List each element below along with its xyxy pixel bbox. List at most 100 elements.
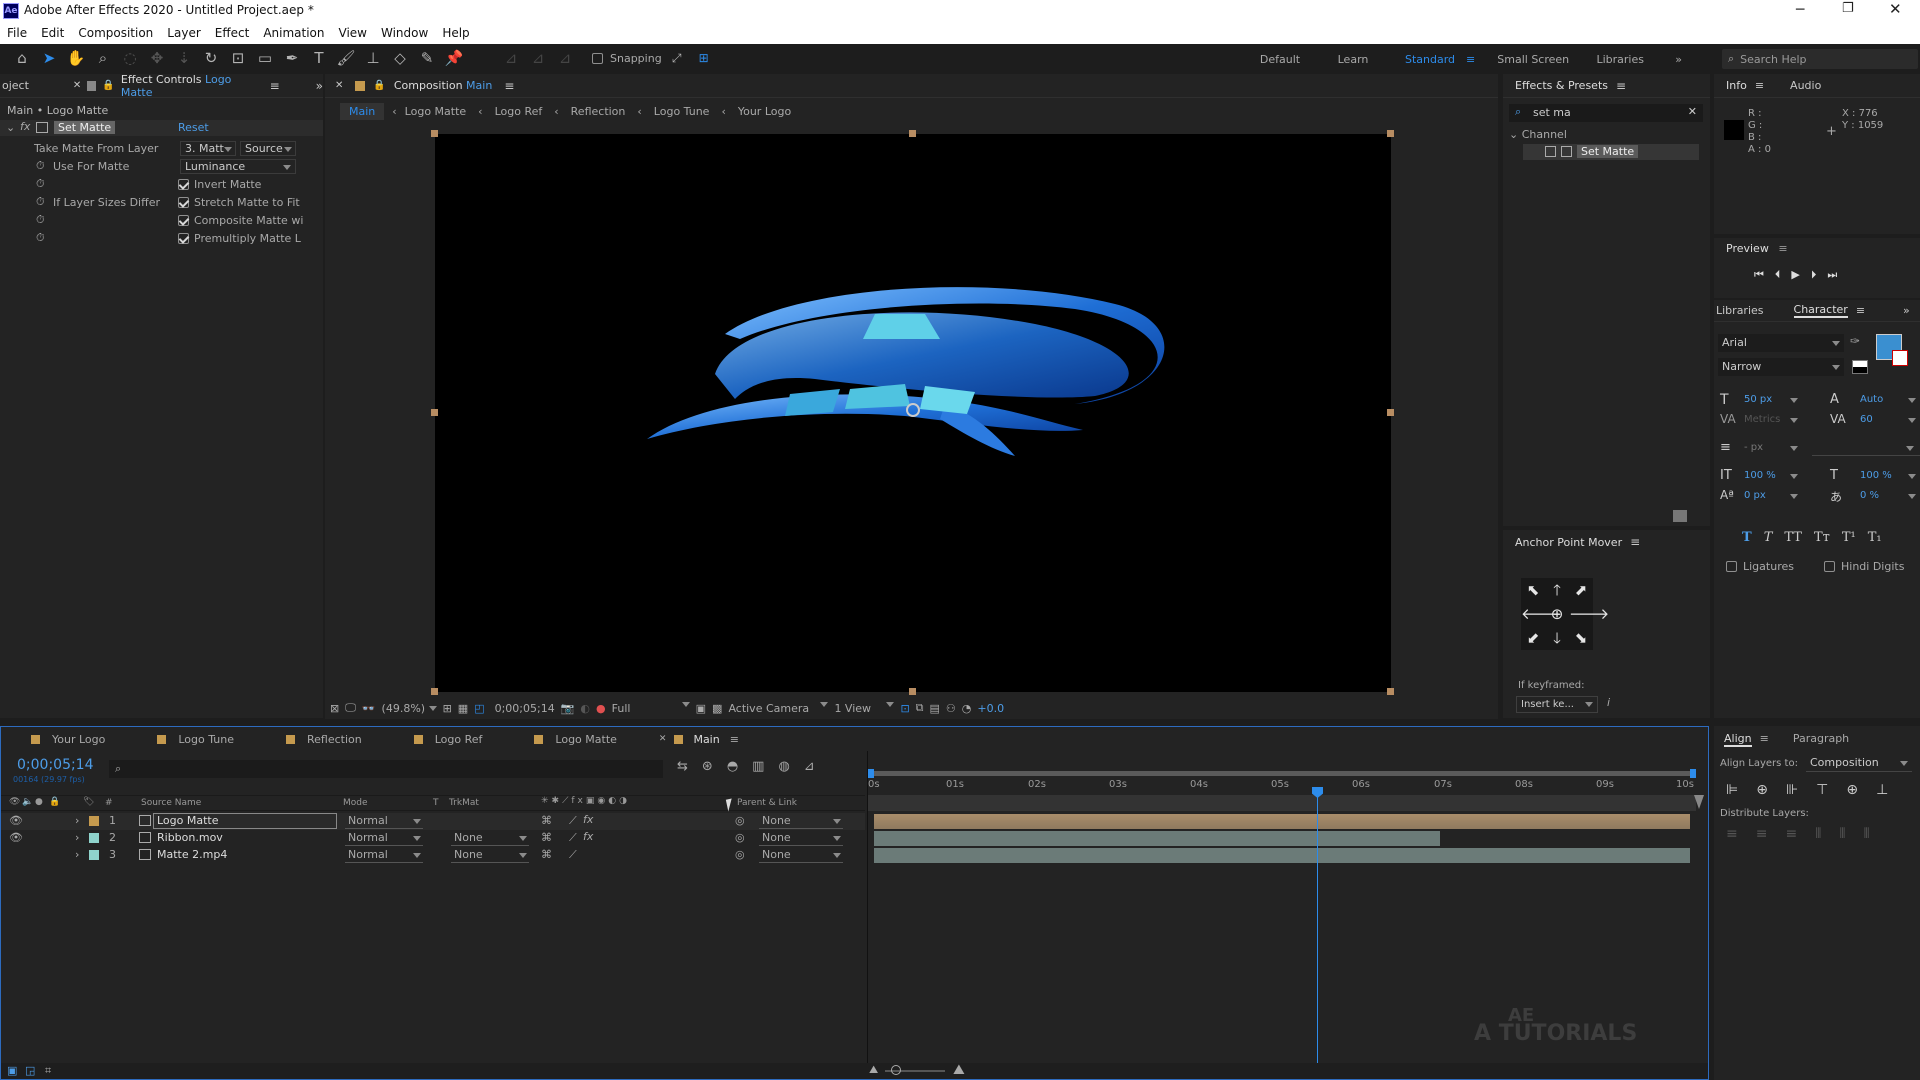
stroke-style-dropdown[interactable]: [1812, 440, 1920, 456]
flow-item-logo-matte[interactable]: Logo Matte: [405, 105, 467, 118]
show-snapshot-icon[interactable]: ◐: [580, 702, 590, 715]
t-header[interactable]: T: [433, 798, 439, 808]
workspace-small-screen[interactable]: Small Screen: [1489, 53, 1577, 66]
next-frame-icon[interactable]: ⏵: [1811, 268, 1817, 282]
grid-icon[interactable]: ▦: [458, 702, 468, 715]
toggle-modes-icon[interactable]: ◲: [25, 1064, 35, 1077]
pickwhip-icon[interactable]: ⌘: [541, 831, 552, 844]
anchor-point-title[interactable]: Anchor Point Mover: [1515, 536, 1622, 549]
mode-header[interactable]: Mode: [343, 798, 368, 808]
always-preview-icon[interactable]: ⊠: [330, 702, 339, 715]
transparency-grid-icon[interactable]: ▩: [712, 702, 722, 715]
premultiply-matte-checkbox[interactable]: [178, 233, 189, 244]
panel-menu-icon[interactable]: ≡: [1760, 732, 1769, 747]
type-tool-icon[interactable]: T: [307, 46, 331, 70]
handle[interactable]: [1387, 409, 1394, 416]
previous-frame-icon[interactable]: ⏴: [1775, 268, 1781, 282]
menu-view[interactable]: View: [339, 26, 367, 40]
menu-file[interactable]: File: [7, 26, 27, 40]
panel-menu-icon[interactable]: ≡: [1778, 242, 1787, 255]
panel-menu-icon[interactable]: ≡: [270, 79, 280, 93]
stroke-width-dropdown-icon[interactable]: [1790, 446, 1798, 451]
parent-pickwhip-icon[interactable]: ◎: [735, 814, 745, 827]
workspace-standard[interactable]: Standard: [1394, 53, 1466, 66]
selection-tool-icon[interactable]: ➤: [37, 46, 61, 70]
pan-tool-icon[interactable]: ✥: [145, 46, 169, 70]
mask-icon[interactable]: 👓: [362, 702, 376, 715]
mode-dropdown[interactable]: Normal: [345, 814, 423, 829]
region-icon[interactable]: ◰: [474, 702, 484, 715]
parent-dropdown[interactable]: None: [759, 831, 843, 846]
rectangle-tool-icon[interactable]: ▭: [253, 46, 277, 70]
snapping-checkbox[interactable]: [592, 52, 603, 64]
stroke-color-swatch[interactable]: [1892, 350, 1908, 366]
minimize-icon[interactable]: ─: [1796, 2, 1804, 18]
pan-behind-tool-icon[interactable]: ⊡: [226, 46, 250, 70]
workspace-learn[interactable]: Learn: [1312, 53, 1394, 66]
first-frame-icon[interactable]: ⏮: [1754, 268, 1764, 282]
align-tab[interactable]: Align: [1724, 732, 1752, 747]
dolly-tool-icon[interactable]: ⇣: [172, 46, 196, 70]
all-caps-button[interactable]: TT: [1784, 530, 1802, 545]
safe-zones-icon[interactable]: ⊞: [443, 702, 452, 715]
layer-name[interactable]: Matte 2.mp4: [157, 848, 227, 861]
panel-overflow-icon[interactable]: »: [316, 79, 323, 93]
close-tab-icon[interactable]: ✕: [659, 734, 667, 744]
info-tab[interactable]: Info: [1726, 79, 1747, 92]
roi-icon[interactable]: ▣: [696, 702, 706, 715]
toggle-switches-icon[interactable]: ▣: [7, 1064, 17, 1077]
timeline-tab-reflection[interactable]: Reflection: [286, 733, 362, 746]
leading-value[interactable]: Auto: [1860, 394, 1883, 405]
hand-tool-icon[interactable]: ✋: [64, 46, 88, 70]
zoom-dropdown[interactable]: (49.8%): [382, 702, 437, 715]
arrow-up-left-icon[interactable]: ⬉: [1521, 578, 1545, 602]
pen-tool-icon[interactable]: ✒: [280, 46, 304, 70]
snap-edges-icon[interactable]: ⤢: [665, 46, 689, 70]
layer-bar-logo-matte[interactable]: [874, 814, 1690, 829]
label-swatch[interactable]: [89, 816, 99, 826]
faux-bold-button[interactable]: T: [1742, 530, 1752, 545]
fx-switch-icon[interactable]: fx: [583, 830, 593, 843]
baseline-shift-value[interactable]: 0 px: [1744, 490, 1766, 501]
subscript-button[interactable]: T₁: [1868, 530, 1882, 545]
close-icon[interactable]: ✕: [1889, 0, 1902, 18]
align-bottom-icon[interactable]: ⊥: [1876, 782, 1888, 798]
stopwatch-icon[interactable]: ⏱: [36, 177, 45, 191]
composite-matte-checkbox[interactable]: [178, 215, 189, 226]
zoom-in-icon[interactable]: ⛰: [953, 1062, 965, 1078]
parent-pickwhip-icon[interactable]: ◎: [735, 848, 745, 861]
panel-menu-icon[interactable]: ≡: [730, 733, 739, 746]
clear-search-icon[interactable]: ✕: [1688, 105, 1697, 118]
timeline-icon[interactable]: ▤: [930, 702, 940, 715]
effects-search[interactable]: ⌕ set ma ✕: [1509, 104, 1703, 122]
layer-name[interactable]: Ribbon.mov: [157, 831, 223, 844]
eraser-tool-icon[interactable]: ◇: [388, 46, 412, 70]
trkmat-dropdown[interactable]: None: [451, 831, 529, 846]
last-frame-icon[interactable]: ⏭: [1827, 268, 1837, 282]
menu-composition[interactable]: Composition: [78, 26, 153, 40]
align-top-icon[interactable]: ⊤: [1816, 782, 1828, 798]
table-row[interactable]: 👁 › 1 Logo Matte Normal ⌘ ⟋ fx ◎ None: [1, 813, 865, 830]
eyedropper-icon[interactable]: ✑: [1850, 334, 1860, 348]
project-tab[interactable]: oject: [2, 79, 29, 92]
arrow-down-right-icon[interactable]: ⬊: [1569, 626, 1593, 650]
resolution-dropdown[interactable]: Full: [612, 701, 690, 715]
align-left-icon[interactable]: ⊫: [1726, 782, 1738, 798]
handle[interactable]: [1387, 688, 1394, 695]
label-swatch[interactable]: [89, 850, 99, 860]
handle[interactable]: [1387, 130, 1394, 137]
view-layout-dropdown[interactable]: 1 View: [834, 701, 895, 715]
paragraph-tab[interactable]: Paragraph: [1793, 732, 1849, 747]
menu-window[interactable]: Window: [381, 26, 428, 40]
clone-stamp-tool-icon[interactable]: ⊥: [361, 46, 385, 70]
quality-icon[interactable]: ⟋: [569, 814, 577, 828]
snap-features-icon[interactable]: ⊞: [692, 46, 716, 70]
tracking-value[interactable]: 60: [1860, 414, 1873, 425]
take-matte-dropdown[interactable]: 3. Matt: [180, 141, 236, 156]
parent-dropdown[interactable]: None: [759, 814, 843, 829]
stopwatch-icon[interactable]: ⏱: [36, 195, 45, 209]
workspace-libraries[interactable]: Libraries: [1577, 53, 1663, 66]
character-tab[interactable]: Character: [1793, 303, 1848, 318]
source-name-header[interactable]: Source Name: [141, 798, 201, 808]
fx-icon[interactable]: fx: [20, 120, 30, 133]
